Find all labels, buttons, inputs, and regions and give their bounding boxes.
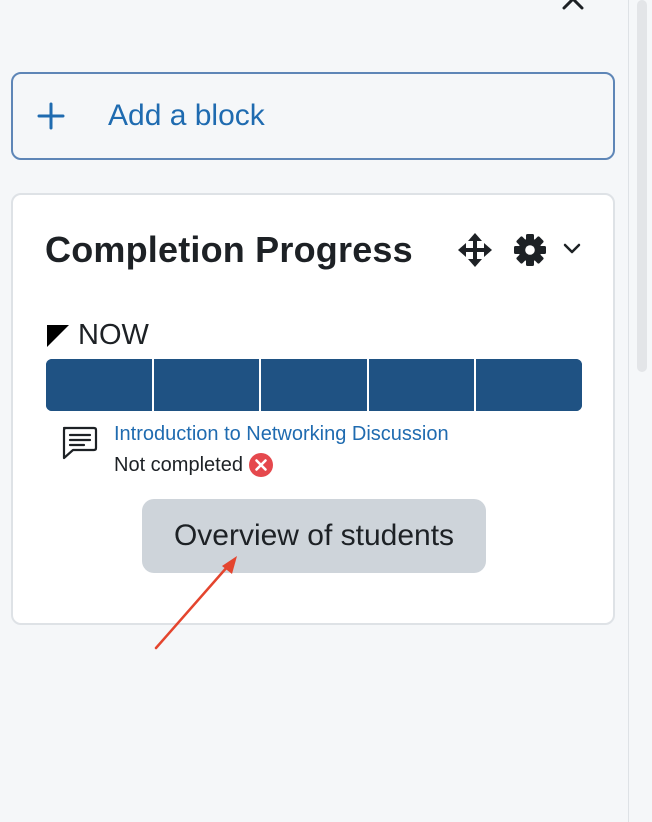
activity-status: Not completed — [114, 453, 273, 477]
scrollbar[interactable] — [628, 0, 652, 822]
progress-cell[interactable] — [368, 359, 477, 411]
now-marker-icon — [47, 324, 69, 347]
progress-cell[interactable] — [261, 359, 369, 411]
cross-circle-icon — [248, 453, 273, 477]
plus-icon — [37, 102, 65, 130]
progress-bar — [46, 359, 582, 411]
completion-progress-block: Completion Progress NOW Introduction to … — [11, 193, 615, 625]
add-block-button[interactable]: Add a block — [11, 72, 615, 160]
progress-cell[interactable] — [476, 359, 582, 411]
now-label: NOW — [78, 319, 149, 351]
gear-icon[interactable] — [513, 233, 547, 267]
block-title: Completion Progress — [45, 229, 413, 270]
forum-icon — [62, 426, 98, 460]
now-indicator: NOW — [47, 319, 149, 352]
add-block-label: Add a block — [108, 99, 265, 132]
overview-of-students-button[interactable]: Overview of students — [142, 499, 486, 573]
progress-cell[interactable] — [46, 359, 154, 411]
close-icon[interactable] — [560, 0, 586, 12]
activity-link[interactable]: Introduction to Networking Discussion — [114, 423, 449, 446]
status-text: Not completed — [114, 453, 243, 476]
move-icon[interactable] — [458, 233, 492, 267]
scrollbar-thumb[interactable] — [637, 0, 647, 372]
chevron-down-icon[interactable] — [561, 241, 583, 257]
progress-cell[interactable] — [153, 359, 262, 411]
